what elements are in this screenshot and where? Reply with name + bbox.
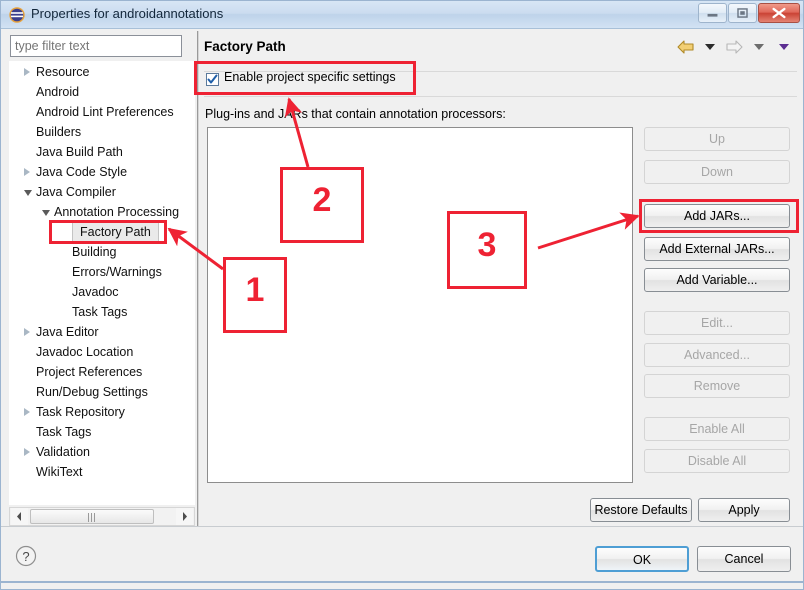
tree-item-label: Task Tags <box>72 305 128 319</box>
tree-item-javadoc-location[interactable]: Javadoc Location <box>10 342 194 362</box>
scrollbar-thumb[interactable] <box>30 509 154 524</box>
search-input[interactable] <box>10 35 182 57</box>
tree-horizontal-scrollbar[interactable] <box>9 507 195 526</box>
navigation-bar <box>676 39 795 57</box>
window-title: Properties for androidannotations <box>31 6 224 21</box>
advanced-button: Advanced... <box>644 343 790 367</box>
chevron-down-icon[interactable] <box>24 190 32 196</box>
tree-item-label: Building <box>72 245 117 259</box>
remove-button: Remove <box>644 374 790 398</box>
tree-item-android-lint-preferences[interactable]: Android Lint Preferences <box>10 102 194 122</box>
tree-item-label: Java Compiler <box>36 185 116 199</box>
tree-item-java-build-path[interactable]: Java Build Path <box>10 142 194 162</box>
tree-item-label: Factory Path <box>72 222 159 242</box>
scroll-right-arrow-icon[interactable] <box>176 508 193 525</box>
list-caption: Plug-ins and JARs that contain annotatio… <box>205 107 506 121</box>
scroll-left-arrow-icon[interactable] <box>11 508 28 525</box>
enable-project-settings-label[interactable]: Enable project specific settings <box>224 70 396 84</box>
tree-item-label: Android <box>36 85 80 99</box>
tree-item-task-tags[interactable]: Task Tags <box>10 302 194 322</box>
disable-all-button: Disable All <box>644 449 790 473</box>
footer-divider <box>1 526 803 527</box>
tree-item-task-tags[interactable]: Task Tags <box>10 422 194 442</box>
back-arrow-icon[interactable] <box>676 39 699 54</box>
chevron-right-icon[interactable] <box>24 328 30 336</box>
chevron-right-icon[interactable] <box>24 448 30 456</box>
minimize-button[interactable] <box>698 3 727 23</box>
help-icon[interactable]: ? <box>15 545 37 567</box>
add-jars-button[interactable]: Add JARs... <box>644 204 790 228</box>
tree-item-label: Resource <box>36 65 90 79</box>
title-bar: Properties for androidannotations <box>1 1 803 29</box>
tree-item-project-references[interactable]: Project References <box>10 362 194 382</box>
tree-item-label: Java Editor <box>36 325 99 339</box>
tree-item-wikitext[interactable]: WikiText <box>10 462 194 482</box>
down-button: Down <box>644 160 790 184</box>
tree-item-label: Builders <box>36 125 82 139</box>
panel-divider[interactable] <box>197 31 199 526</box>
tree-item-label: Java Build Path <box>36 145 123 159</box>
tree-item-label: Errors/Warnings <box>72 265 162 279</box>
edit-button: Edit... <box>644 311 790 335</box>
svg-text:?: ? <box>22 549 29 564</box>
tree-item-java-compiler[interactable]: Java Compiler <box>10 182 194 202</box>
ok-button[interactable]: OK <box>595 546 689 572</box>
tree-item-run-debug-settings[interactable]: Run/Debug Settings <box>10 382 194 402</box>
tree-item-builders[interactable]: Builders <box>10 122 194 142</box>
tree-item-label: Javadoc <box>72 285 119 299</box>
close-button[interactable] <box>758 3 800 23</box>
tree-item-label: Validation <box>36 445 90 459</box>
add-variable-button[interactable]: Add Variable... <box>644 268 790 292</box>
restore-defaults-button[interactable]: Restore Defaults <box>590 498 692 522</box>
cancel-button[interactable]: Cancel <box>697 546 791 572</box>
tree-item-label: Run/Debug Settings <box>36 385 148 399</box>
tree-item-label: Java Code Style <box>36 165 128 179</box>
tree-item-label: WikiText <box>36 465 83 479</box>
back-chevron-down-icon[interactable] <box>704 44 715 50</box>
tree-item-label: Project References <box>36 365 143 379</box>
tree-item-label: Annotation Processing <box>54 205 180 219</box>
tree-item-java-code-style[interactable]: Java Code Style <box>10 162 194 182</box>
preference-tree[interactable]: Resource Android Android Lint Preferences B… <box>9 61 195 505</box>
apply-button[interactable]: Apply <box>698 498 790 522</box>
tree-item-factory-path[interactable]: Factory Path <box>10 222 194 242</box>
tree-item-task-repository[interactable]: Task Repository <box>10 402 194 422</box>
tree-item-building[interactable]: Building <box>10 242 194 262</box>
chevron-right-icon[interactable] <box>24 408 30 416</box>
tree-item-javadoc[interactable]: Javadoc <box>10 282 194 302</box>
maximize-button[interactable] <box>728 3 757 23</box>
factory-path-list[interactable] <box>207 127 633 483</box>
tree-item-label: Task Tags <box>36 425 92 439</box>
tree-item-errors-warnings[interactable]: Errors/Warnings <box>10 262 194 282</box>
tree-item-label: Javadoc Location <box>36 345 134 359</box>
eclipse-icon <box>9 7 25 23</box>
enable-all-button: Enable All <box>644 417 790 441</box>
enable-project-settings-checkbox[interactable] <box>206 73 219 86</box>
separator-bottom <box>204 96 797 97</box>
up-button: Up <box>644 127 790 151</box>
add-external-jars-button[interactable]: Add External JARs... <box>644 237 790 261</box>
chevron-right-icon[interactable] <box>24 168 30 176</box>
tree-item-label: Android Lint Preferences <box>36 105 174 119</box>
grip-icon <box>88 513 97 522</box>
properties-dialog: Properties for androidannotations Resour… <box>0 0 804 590</box>
forward-chevron-down-icon[interactable] <box>753 44 764 50</box>
tree-item-java-editor[interactable]: Java Editor <box>10 322 194 342</box>
page-title: Factory Path <box>204 39 286 54</box>
tree-item-annotation-processing[interactable]: Annotation Processing <box>10 202 194 222</box>
window-bottom-border <box>1 581 803 583</box>
tree-item-validation[interactable]: Validation <box>10 442 194 462</box>
chevron-down-icon[interactable] <box>42 210 50 216</box>
tree-item-resource[interactable]: Resource <box>10 62 194 82</box>
chevron-right-icon[interactable] <box>24 68 30 76</box>
menu-chevron-down-icon[interactable] <box>779 44 789 50</box>
tree-item-android[interactable]: Android <box>10 82 194 102</box>
tree-item-label: Task Repository <box>36 405 125 419</box>
forward-arrow-icon <box>724 39 747 54</box>
